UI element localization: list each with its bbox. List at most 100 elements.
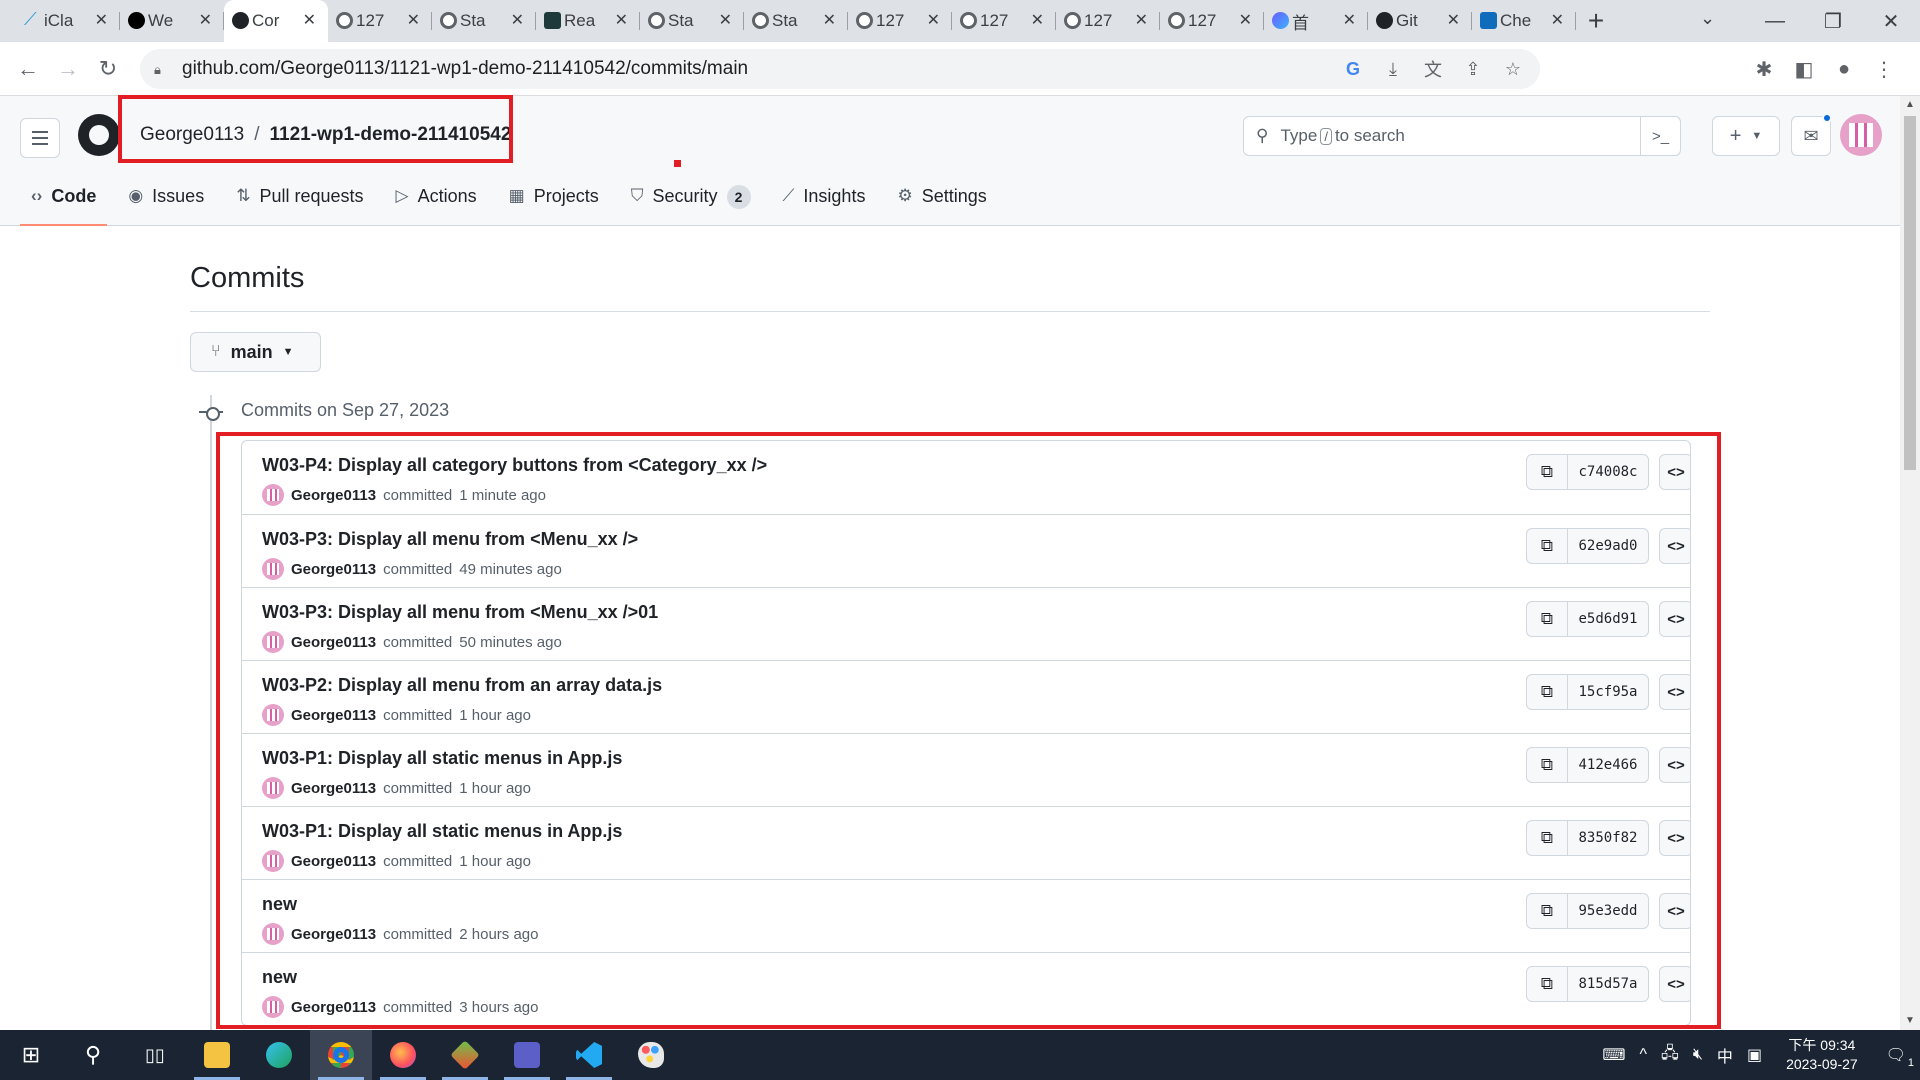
task-view-button[interactable]: ▯▯	[124, 1030, 186, 1080]
inbox-button[interactable]: ✉	[1791, 113, 1832, 156]
tab-close-icon[interactable]: ✕	[1447, 10, 1460, 30]
branch-selector-button[interactable]: ⑂ main ▼	[190, 332, 321, 372]
scroll-down-arrow-icon[interactable]: ▼	[1900, 1012, 1920, 1030]
side-panel-icon[interactable]: ◧	[1792, 57, 1816, 82]
repo-tab-label: Actions	[417, 186, 477, 206]
browser-tab-title: Che	[1500, 11, 1532, 30]
restore-button[interactable]: ❐	[1804, 0, 1862, 42]
tab-close-icon[interactable]: ✕	[823, 10, 836, 30]
browser-tab[interactable]: 127 ✕	[1160, 0, 1264, 42]
address-bar[interactable]: 🔒︎ github.com/George0113/1121-wp1-demo-2…	[140, 49, 1540, 89]
taskbar-firefox[interactable]	[372, 1030, 434, 1080]
taskbar-teams[interactable]	[496, 1030, 558, 1080]
tray-chevron-up-icon[interactable]: ^	[1639, 1046, 1647, 1064]
share-icon[interactable]: ⇪	[1462, 59, 1484, 80]
taskbar-file-explorer[interactable]	[186, 1030, 248, 1080]
install-icon[interactable]: ⤓	[1382, 59, 1404, 80]
create-new-button[interactable]: + ▼	[1712, 116, 1780, 156]
tab-close-icon[interactable]: ✕	[719, 10, 732, 30]
tab-close-icon[interactable]: ✕	[303, 10, 316, 30]
tab-close-icon[interactable]: ✕	[615, 10, 628, 30]
url-text[interactable]: github.com/George0113/1121-wp1-demo-2114…	[182, 58, 748, 80]
command-palette-icon[interactable]: >_	[1640, 117, 1680, 155]
tab-close-icon[interactable]: ✕	[407, 10, 420, 30]
profile-icon[interactable]: ●	[1832, 58, 1856, 81]
browser-tab[interactable]: 127 ✕	[952, 0, 1056, 42]
tab-close-icon[interactable]: ✕	[199, 10, 212, 30]
tab-code[interactable]: ‹› Code	[20, 180, 108, 226]
tab-insights[interactable]: ⟋ Insights	[772, 180, 877, 226]
tab-close-icon[interactable]: ✕	[1343, 10, 1356, 30]
tab-close-icon[interactable]: ✕	[1239, 10, 1252, 30]
search-input[interactable]: ⚲ Type / to search >_	[1243, 116, 1681, 156]
bookmark-star-icon[interactable]: ☆	[1502, 59, 1524, 80]
taskbar-search-button[interactable]: ⚲	[62, 1030, 124, 1080]
github-logo-icon[interactable]	[78, 114, 120, 156]
browser-tab[interactable]: Rea ✕	[536, 0, 640, 42]
tab-issues[interactable]: ◉ Issues	[117, 180, 215, 226]
tab-close-icon[interactable]: ✕	[1551, 10, 1564, 30]
tab-close-icon[interactable]: ✕	[95, 10, 108, 30]
google-icon[interactable]: G	[1342, 59, 1364, 80]
scroll-up-arrow-icon[interactable]: ▲	[1900, 96, 1920, 114]
taskbar-paint[interactable]	[620, 1030, 682, 1080]
user-avatar[interactable]	[1840, 114, 1882, 156]
start-button[interactable]: ⊞	[0, 1030, 62, 1080]
browser-tab[interactable]: 127 ✕	[848, 0, 952, 42]
taskbar-vscode[interactable]	[558, 1030, 620, 1080]
browser-tab[interactable]: Sta ✕	[432, 0, 536, 42]
tab-close-icon[interactable]: ✕	[927, 10, 940, 30]
reload-icon[interactable]: ↻	[88, 49, 128, 89]
forward-arrow-icon[interactable]: →	[48, 49, 88, 89]
tab-close-icon[interactable]: ✕	[1135, 10, 1148, 30]
translate-icon[interactable]: 文	[1422, 56, 1444, 82]
back-arrow-icon[interactable]: ←	[8, 49, 48, 89]
browser-tab[interactable]: 127 ✕	[1056, 0, 1160, 42]
taskbar-edge[interactable]	[248, 1030, 310, 1080]
volume-muted-icon[interactable]: 🔇︎	[1693, 1046, 1703, 1064]
extensions-puzzle-icon[interactable]: ✱	[1752, 57, 1776, 82]
tab-search-chevron-icon[interactable]: ⌄	[1700, 8, 1715, 29]
tab-close-icon[interactable]: ✕	[1031, 10, 1044, 30]
taskbar-git-app[interactable]	[434, 1030, 496, 1080]
tab-settings[interactable]: ⚙ Settings	[886, 180, 997, 226]
lock-icon[interactable]: 🔒︎	[154, 62, 168, 77]
tab-actions[interactable]: ▷ Actions	[385, 180, 488, 226]
globe-icon	[1064, 12, 1081, 29]
tab-security[interactable]: ⛉ Security 2	[620, 180, 762, 226]
ime-mode-icon[interactable]: ▣	[1747, 1045, 1762, 1065]
browser-tab[interactable]: Sta ✕	[744, 0, 848, 42]
play-icon: ▷	[395, 186, 409, 205]
browser-menu-icon[interactable]: ⋮	[1872, 57, 1896, 82]
browser-tab[interactable]: 127 ✕	[328, 0, 432, 42]
taskbar-chrome[interactable]	[310, 1030, 372, 1080]
tab-projects[interactable]: ▦ Projects	[498, 180, 610, 226]
repo-tab-label: Projects	[533, 186, 599, 206]
page-scrollbar[interactable]: ▲ ▼	[1900, 96, 1920, 1030]
browser-tab-title: 127	[1084, 11, 1113, 30]
browser-tab-title: 首	[1292, 13, 1309, 33]
browser-tab[interactable]: 首 ✕	[1264, 0, 1368, 42]
minimize-button[interactable]: —	[1746, 0, 1804, 42]
scrollbar-thumb[interactable]	[1904, 116, 1916, 470]
network-icon[interactable]: 🖧︎	[1661, 1042, 1679, 1069]
close-window-button[interactable]: ✕	[1862, 0, 1920, 42]
tab-pull-requests[interactable]: ⇅ Pull requests	[225, 180, 374, 226]
ime-indicator[interactable]: 中	[1717, 1043, 1733, 1067]
windows-taskbar: ⊞ ⚲ ▯▯ ⌨ ^ 🖧︎ 🔇︎ 中 ▣ 下午 09:34 2023-09-27	[0, 1030, 1920, 1080]
browser-tab[interactable]: ⟋ iCla ✕	[16, 0, 120, 42]
copilot-icon	[1272, 12, 1289, 29]
new-tab-button[interactable]: +	[1576, 0, 1616, 42]
browser-tab[interactable]: We ✕	[120, 0, 224, 42]
browser-tab[interactable]: Sta ✕	[640, 0, 744, 42]
keyboard-icon[interactable]: ⌨	[1602, 1045, 1625, 1065]
code-icon: ‹›	[31, 186, 43, 205]
tab-close-icon[interactable]: ✕	[511, 10, 524, 30]
browser-tab[interactable]: Che ✕	[1472, 0, 1576, 42]
hamburger-menu-icon[interactable]	[20, 118, 60, 158]
browser-tab[interactable]: Git ✕	[1368, 0, 1472, 42]
browser-tab[interactable]: Cor ✕	[224, 0, 328, 42]
vercel-icon	[128, 12, 145, 29]
system-clock[interactable]: 下午 09:34 2023-09-27	[1786, 1036, 1858, 1074]
notification-center-icon[interactable]: 🗨︎ 1	[1886, 1045, 1914, 1069]
